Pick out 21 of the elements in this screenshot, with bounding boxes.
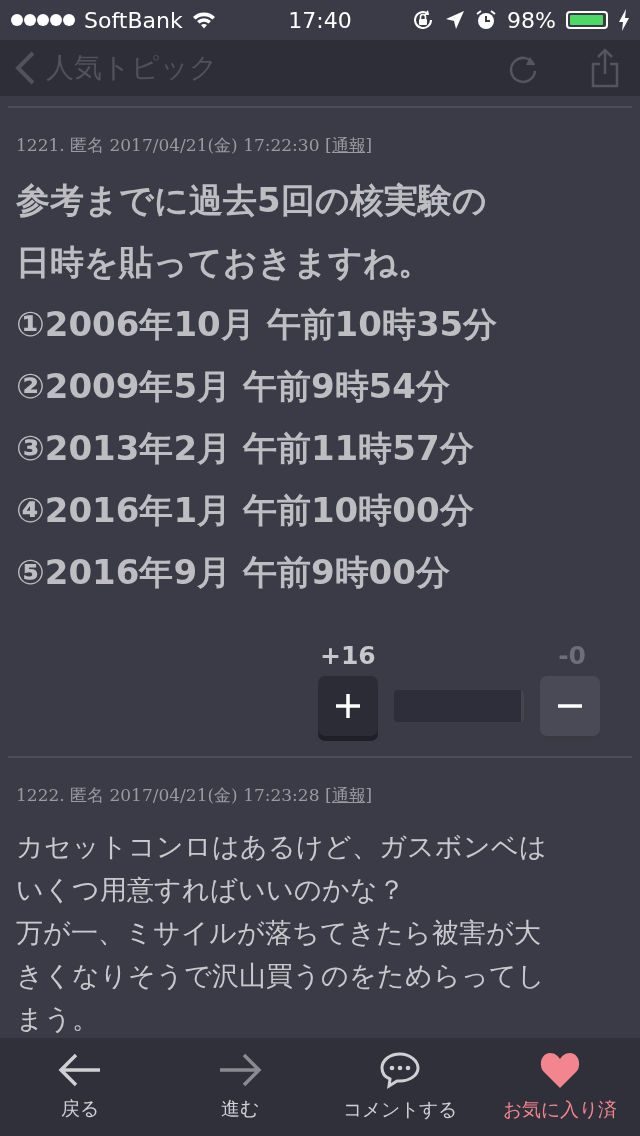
charging-icon: [618, 9, 630, 31]
tab-item[interactable]: コメントする: [343, 1051, 457, 1123]
chevron-left-icon: [14, 51, 36, 85]
carrier-name: SoftBank: [84, 7, 183, 33]
battery-percent: 98%: [507, 7, 556, 33]
alarm-icon: [475, 9, 498, 31]
comment-meta: 1222. 匿名 2017/04/21(金) 17:23:28 [通報]: [16, 784, 374, 807]
plus-icon: [333, 691, 363, 721]
clock-time: 17:40: [288, 7, 352, 33]
comment-text: 参考までに過去5回の核実験の 日時を貼っておきますね。 ①2006年10月 午前10時35分 ②2009年5月 午前9時54分 ③2013年2月 午前11時57分 ④2016年1月 午前10時00分 ⑤2016年9月 午前9時00分: [16, 179, 499, 594]
tab-item[interactable]: お気に入り済: [503, 1051, 617, 1123]
tab-item[interactable]: 戻る: [58, 1052, 102, 1122]
report-link[interactable]: [通報]: [324, 785, 373, 805]
minus-icon: [558, 704, 582, 708]
comment-meta: 1221. 匿名 2017/04/21(金) 17:22:30 [通報]: [16, 134, 374, 157]
signal-icon: [10, 13, 76, 27]
plus-count: +16: [319, 641, 376, 670]
battery-icon: [566, 11, 608, 29]
location-icon: [445, 10, 466, 30]
report-link[interactable]: [通報]: [324, 135, 373, 155]
comment-text: カセットコンロはあるけど、ガスボンベは いくつ用意すればいいのかな？ 万が一、ミサイルが落ちてきたら被害が大 きくなりそうで沢山買うのをためらってし まう。: [16, 830, 548, 1036]
